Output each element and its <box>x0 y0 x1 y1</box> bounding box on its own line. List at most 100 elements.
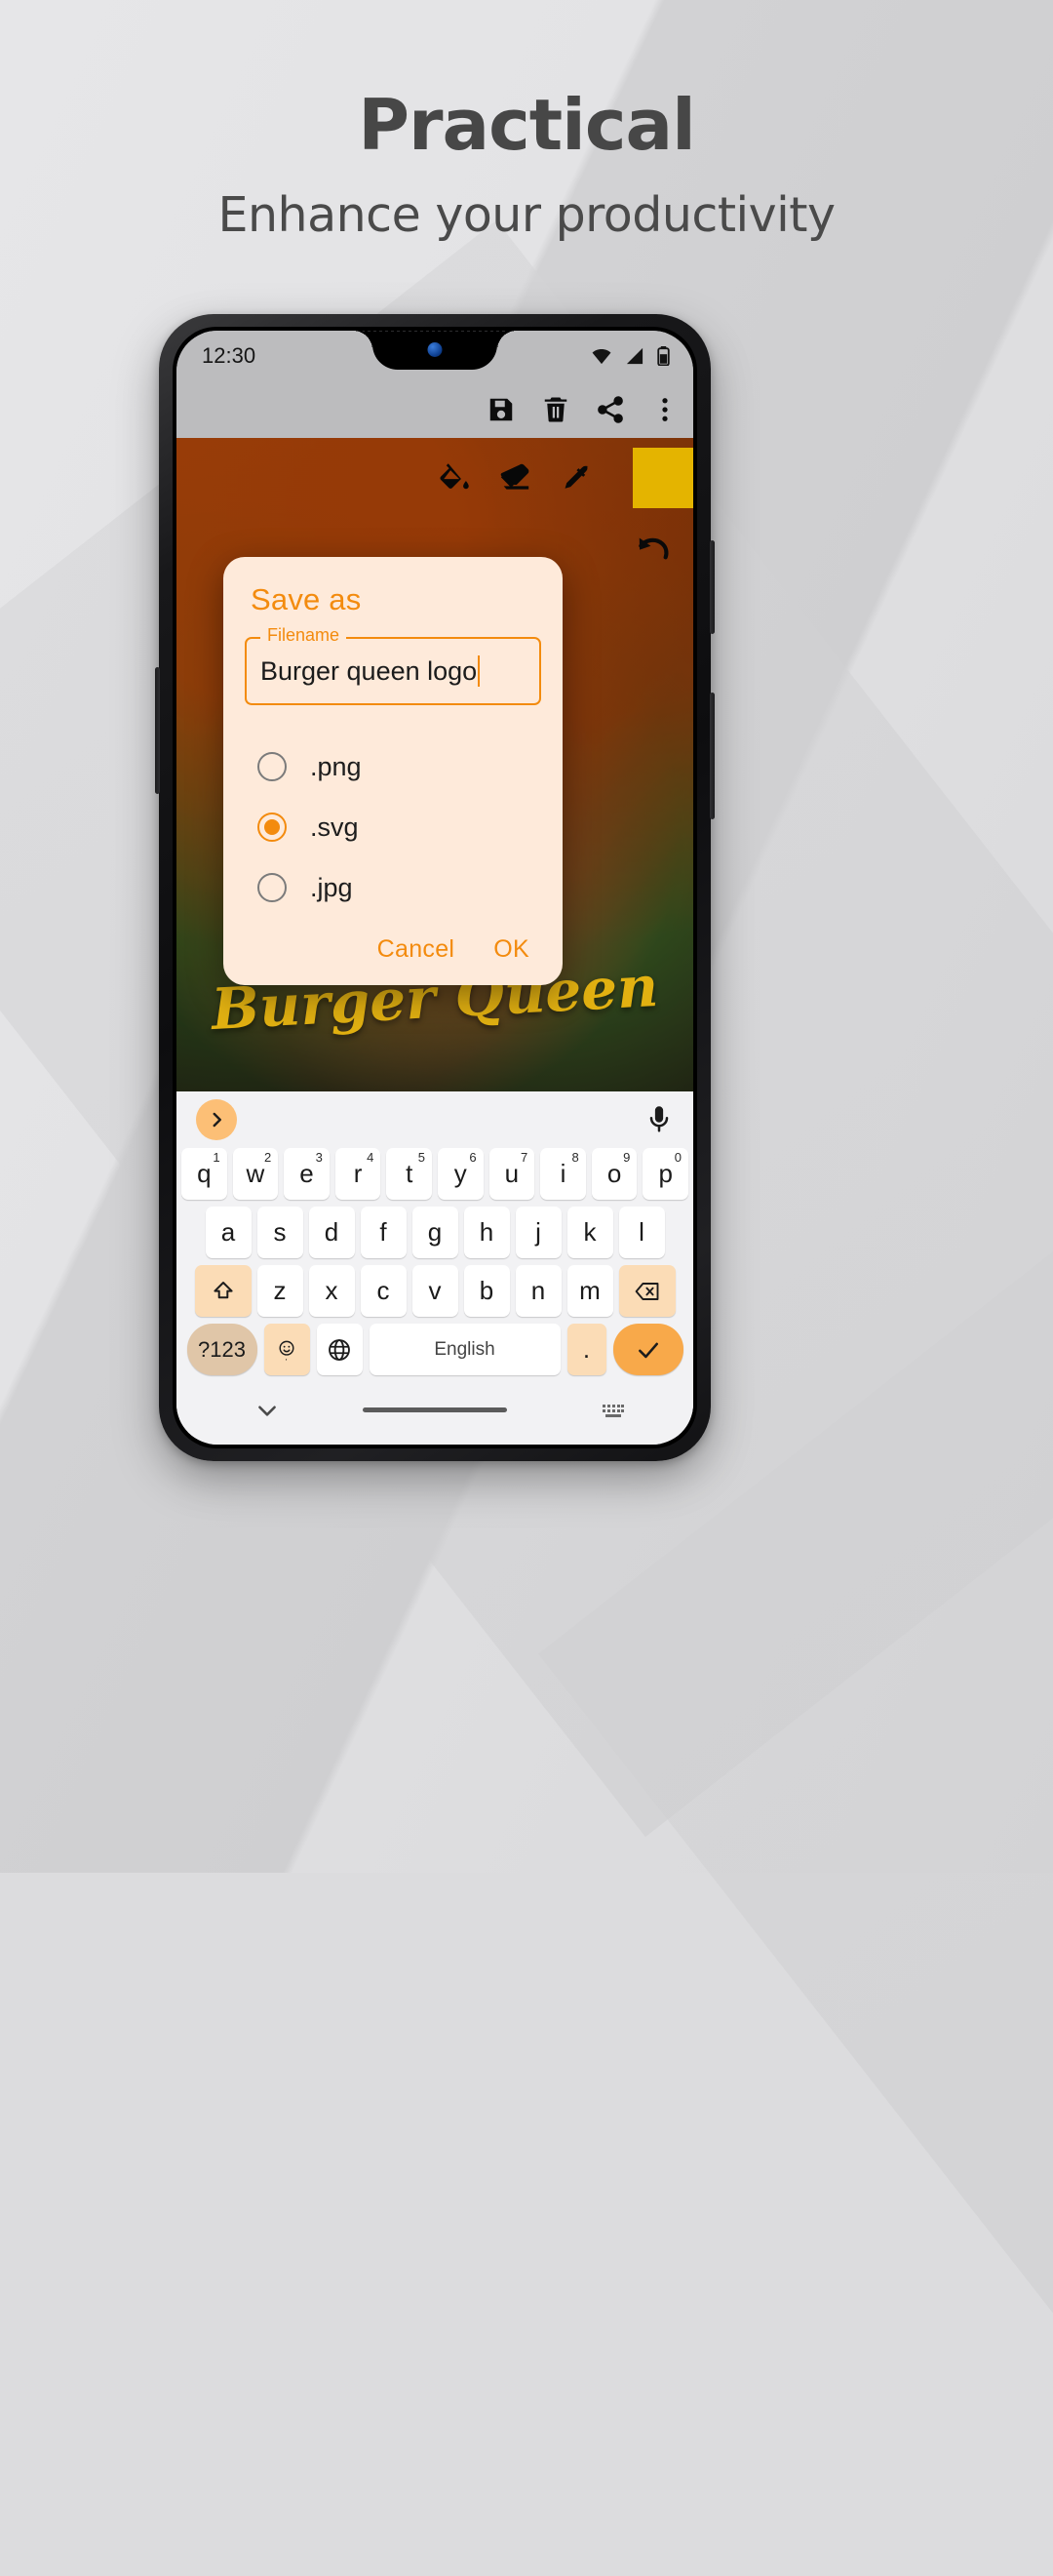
page-subtitle: Enhance your productivity <box>217 187 836 243</box>
signal-icon <box>626 347 644 365</box>
promo-heading-block: Practical Enhance your productivity <box>0 84 1053 243</box>
keyboard-switch-icon[interactable] <box>602 1402 625 1419</box>
battery-icon <box>657 346 670 366</box>
key-superscript: 2 <box>263 1150 272 1165</box>
key-superscript: 3 <box>315 1150 323 1165</box>
key-f[interactable]: f <box>360 1207 407 1258</box>
dialog-actions: Cancel OK <box>223 918 563 968</box>
save-icon[interactable] <box>487 395 516 424</box>
key-g[interactable]: g <box>411 1207 458 1258</box>
undo-icon[interactable] <box>635 530 672 567</box>
key-superscript: 5 <box>417 1150 425 1165</box>
phone-left-button <box>155 667 160 794</box>
phone-mockup: 12:30 Burger Queen Save as Filename Burg… <box>155 314 715 1461</box>
key-q[interactable]: q1 <box>181 1148 227 1200</box>
radio-label: .png <box>310 751 362 781</box>
canvas-tool-row <box>438 448 693 508</box>
emoji-icon: , <box>279 1340 294 1361</box>
key-h[interactable]: h <box>463 1207 510 1258</box>
text-caret <box>478 655 481 687</box>
chevron-right-icon[interactable] <box>196 1099 237 1140</box>
overflow-menu-icon[interactable] <box>650 395 680 424</box>
delete-icon[interactable] <box>541 395 570 424</box>
phone-screen: 12:30 Burger Queen Save as Filename Burg… <box>176 331 693 1445</box>
shift-icon <box>213 1281 233 1298</box>
key-x[interactable]: x <box>308 1265 355 1317</box>
format-radio-group: .png .svg .jpg <box>223 736 563 918</box>
app-toolbar <box>176 381 693 438</box>
eyedropper-icon[interactable] <box>559 461 592 495</box>
key-e[interactable]: e3 <box>284 1148 330 1200</box>
radio-circle-icon <box>257 873 287 902</box>
keyboard-row-4: ?123 , English . <box>176 1324 693 1375</box>
microphone-icon[interactable] <box>644 1105 674 1134</box>
key-superscript: 9 <box>623 1150 631 1165</box>
cancel-button[interactable]: Cancel <box>377 935 455 964</box>
save-as-dialog: Save as Filename Burger queen logo .png <box>223 557 563 985</box>
key-j[interactable]: j <box>515 1207 562 1258</box>
key-s[interactable]: s <box>256 1207 303 1258</box>
page-title: Practical <box>358 84 696 166</box>
key-z[interactable]: z <box>256 1265 303 1317</box>
filename-input[interactable]: Burger queen logo <box>245 637 541 705</box>
key-b[interactable]: b <box>463 1265 510 1317</box>
phone-volume-button <box>710 693 715 819</box>
check-icon <box>638 1342 658 1358</box>
key-backspace[interactable] <box>618 1265 676 1317</box>
radio-circle-selected-icon <box>257 812 287 842</box>
key-emoji[interactable]: , <box>263 1324 310 1375</box>
language-globe-icon <box>329 1338 350 1361</box>
key-superscript: 0 <box>674 1150 682 1165</box>
ok-button[interactable]: OK <box>493 935 529 964</box>
status-indicators <box>591 346 670 366</box>
key-symbols[interactable]: ?123 <box>186 1324 257 1375</box>
key-superscript: 7 <box>520 1150 528 1165</box>
key-v[interactable]: v <box>411 1265 458 1317</box>
filename-field-wrap: Filename Burger queen logo <box>245 625 541 705</box>
current-color-swatch[interactable] <box>633 448 693 508</box>
key-superscript: 8 <box>571 1150 579 1165</box>
key-d[interactable]: d <box>308 1207 355 1258</box>
key-t[interactable]: t5 <box>386 1148 432 1200</box>
key-p[interactable]: p0 <box>643 1148 688 1200</box>
key-space[interactable]: English <box>369 1324 561 1375</box>
filename-value: Burger queen logo <box>260 655 478 686</box>
key-shift[interactable] <box>194 1265 252 1317</box>
earpiece-speaker <box>362 331 508 332</box>
phone-power-button <box>710 540 715 634</box>
front-camera <box>427 342 443 357</box>
key-m[interactable]: m <box>566 1265 613 1317</box>
key-y[interactable]: y6 <box>438 1148 484 1200</box>
key-o[interactable]: o9 <box>591 1148 638 1200</box>
drawing-canvas[interactable]: Burger Queen Save as Filename Burger que… <box>176 438 693 1091</box>
key-w[interactable]: w2 <box>232 1148 279 1200</box>
wifi-icon <box>592 348 611 365</box>
key-c[interactable]: c <box>360 1265 407 1317</box>
key-u[interactable]: u7 <box>488 1148 535 1200</box>
key-i[interactable]: i8 <box>540 1148 586 1200</box>
key-k[interactable]: k <box>566 1207 613 1258</box>
radio-label: .svg <box>310 812 359 842</box>
key-language[interactable] <box>316 1324 363 1375</box>
eraser-icon[interactable] <box>498 461 531 495</box>
fill-bucket-icon[interactable] <box>438 461 471 495</box>
key-l[interactable]: l <box>618 1207 665 1258</box>
share-icon[interactable] <box>596 395 625 424</box>
soft-keyboard: q1w2e3r4t5y6u7i8o9p0 asdfghjkl zxcvbnm ?… <box>176 1091 693 1445</box>
key-n[interactable]: n <box>515 1265 562 1317</box>
radio-option-svg[interactable]: .svg <box>251 797 535 857</box>
radio-option-jpg[interactable]: .jpg <box>251 857 535 918</box>
key-superscript: 6 <box>469 1150 477 1165</box>
key-a[interactable]: a <box>205 1207 252 1258</box>
home-indicator[interactable] <box>363 1407 507 1412</box>
phone-bezel: 12:30 Burger Queen Save as Filename Burg… <box>173 327 697 1448</box>
keyboard-row-2: asdfghjkl <box>176 1207 693 1258</box>
radio-option-png[interactable]: .png <box>251 736 535 797</box>
chevron-down-icon[interactable] <box>254 1398 280 1423</box>
key-r[interactable]: r4 <box>334 1148 381 1200</box>
key-enter[interactable] <box>612 1324 683 1375</box>
radio-label: .jpg <box>310 872 353 902</box>
status-clock: 12:30 <box>202 343 256 368</box>
key-period[interactable]: . <box>566 1324 606 1375</box>
suggestion-bar <box>176 1091 693 1148</box>
